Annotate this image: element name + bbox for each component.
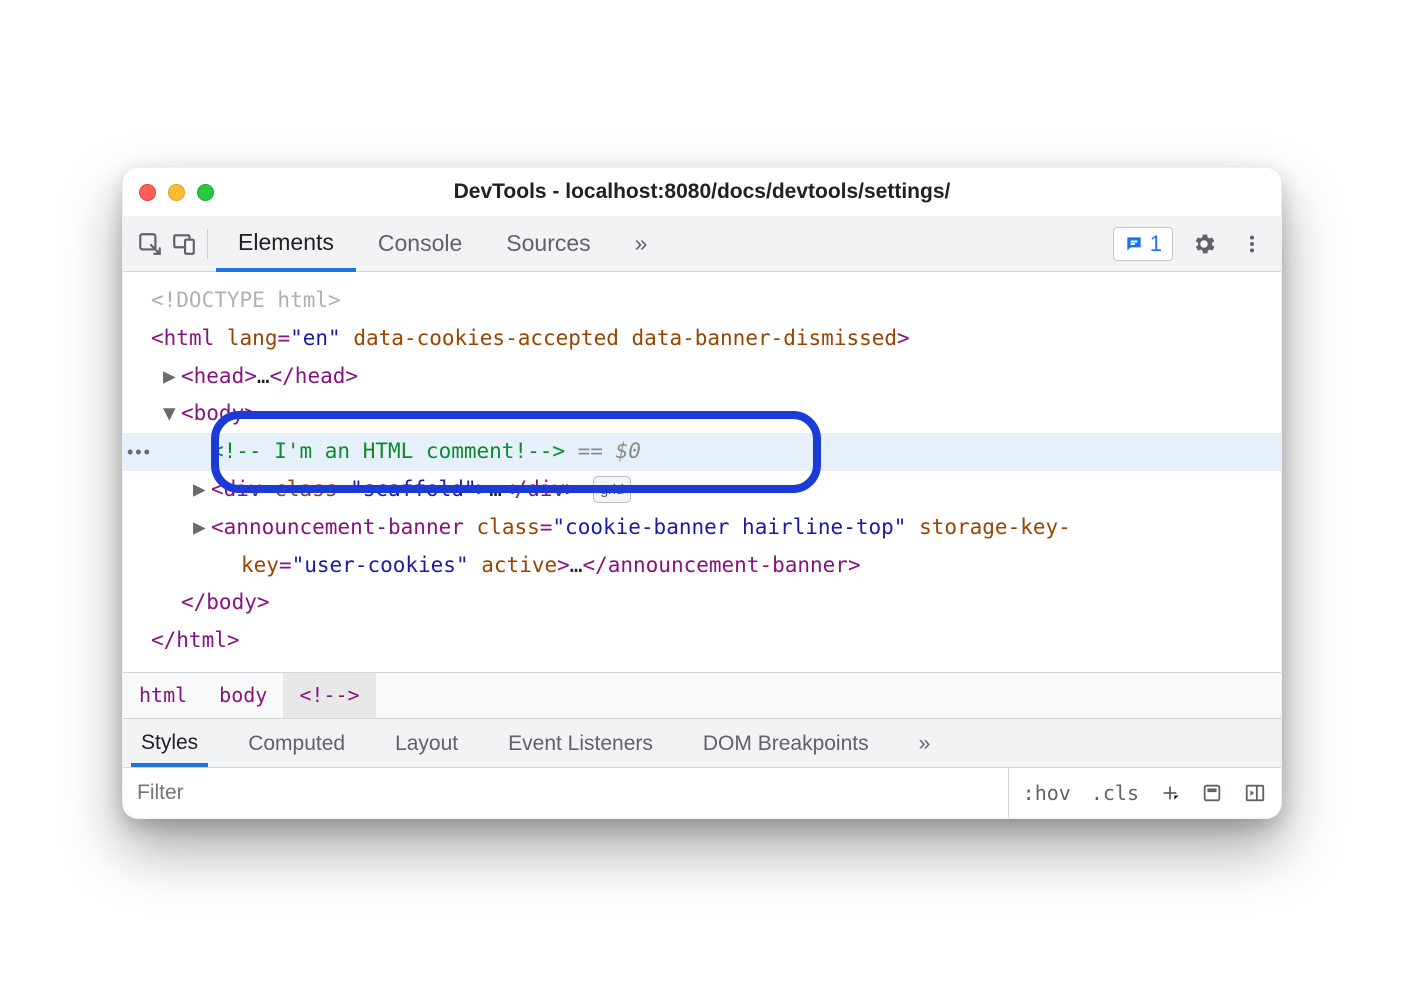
- tab-event-listeners[interactable]: Event Listeners: [498, 721, 663, 764]
- cls-toggle[interactable]: .cls: [1085, 777, 1145, 809]
- dom-body-close[interactable]: </body>: [151, 584, 1281, 622]
- devtools-window: DevTools - localhost:8080/docs/devtools/…: [122, 167, 1282, 819]
- issues-count: 1: [1150, 231, 1162, 257]
- dom-announcement-banner-cont[interactable]: key="user-cookies" active>…</announcemen…: [151, 547, 1281, 585]
- tab-console[interactable]: Console: [356, 216, 484, 271]
- styles-filter-input[interactable]: [123, 768, 1009, 818]
- expand-arrow-icon[interactable]: ▶: [163, 358, 181, 396]
- titlebar: DevTools - localhost:8080/docs/devtools/…: [123, 168, 1281, 216]
- tab-layout[interactable]: Layout: [385, 721, 468, 764]
- tab-sources[interactable]: Sources: [484, 216, 612, 271]
- traffic-lights: [139, 184, 214, 201]
- breadcrumb-html[interactable]: html: [123, 673, 203, 718]
- dom-html-close[interactable]: </html>: [151, 622, 1281, 660]
- computed-styles-icon[interactable]: [1195, 778, 1229, 808]
- close-window-button[interactable]: [139, 184, 156, 201]
- html-comment-node[interactable]: <!-- I'm an HTML comment!-->: [211, 439, 565, 463]
- expand-arrow-icon[interactable]: ▶: [193, 509, 211, 547]
- tab-styles[interactable]: Styles: [131, 720, 208, 767]
- grid-badge[interactable]: grid: [593, 476, 630, 503]
- tab-more[interactable]: »: [613, 216, 670, 271]
- dom-announcement-banner[interactable]: ▶<announcement-banner class="cookie-bann…: [151, 509, 1281, 547]
- dom-head[interactable]: ▶<head>…</head>: [151, 358, 1281, 396]
- tab-elements[interactable]: Elements: [216, 216, 356, 272]
- selection-indicator-icon[interactable]: •••: [127, 436, 152, 468]
- settings-gear-icon[interactable]: [1187, 227, 1221, 261]
- minimize-window-button[interactable]: [168, 184, 185, 201]
- zoom-window-button[interactable]: [197, 184, 214, 201]
- dom-div-scaffold[interactable]: ▶<div class="scaffold">…</div> grid: [151, 471, 1281, 509]
- expand-arrow-icon[interactable]: ▶: [193, 471, 211, 509]
- main-tabs: Elements Console Sources »: [216, 216, 669, 271]
- main-toolbar: Elements Console Sources » 1: [123, 216, 1281, 272]
- styles-filter-bar: :hov .cls: [123, 768, 1281, 818]
- dom-selected-row[interactable]: ••• <!-- I'm an HTML comment!--> == $0: [123, 433, 1281, 471]
- dom-html-open[interactable]: <html lang="en" data-cookies-accepted da…: [151, 320, 1281, 358]
- tab-more-styles[interactable]: »: [909, 721, 941, 764]
- breadcrumb-comment[interactable]: <!-->: [283, 673, 375, 718]
- new-style-rule-icon[interactable]: [1153, 778, 1187, 808]
- dom-body-open[interactable]: ▼<body>: [151, 395, 1281, 433]
- tab-computed[interactable]: Computed: [238, 721, 355, 764]
- collapse-arrow-icon[interactable]: ▼: [163, 395, 181, 433]
- more-menu-icon[interactable]: [1235, 227, 1269, 261]
- dom-doctype[interactable]: <!DOCTYPE html>: [151, 282, 1281, 320]
- styles-panel-tabs: Styles Computed Layout Event Listeners D…: [123, 718, 1281, 768]
- breadcrumb-bar: html body <!-->: [123, 672, 1281, 718]
- inspect-element-icon[interactable]: [133, 227, 167, 261]
- tab-dom-breakpoints[interactable]: DOM Breakpoints: [693, 721, 879, 764]
- breadcrumb-body[interactable]: body: [203, 673, 283, 718]
- device-toolbar-icon[interactable]: [167, 227, 201, 261]
- toggle-sidebar-icon[interactable]: [1237, 778, 1273, 808]
- dom-tree[interactable]: <!DOCTYPE html> <html lang="en" data-coo…: [123, 272, 1281, 672]
- window-title: DevTools - localhost:8080/docs/devtools/…: [123, 180, 1281, 204]
- hov-toggle[interactable]: :hov: [1017, 777, 1077, 809]
- divider: [207, 229, 208, 259]
- issues-button[interactable]: 1: [1113, 227, 1173, 261]
- dollar-zero-ref: $0: [616, 439, 641, 463]
